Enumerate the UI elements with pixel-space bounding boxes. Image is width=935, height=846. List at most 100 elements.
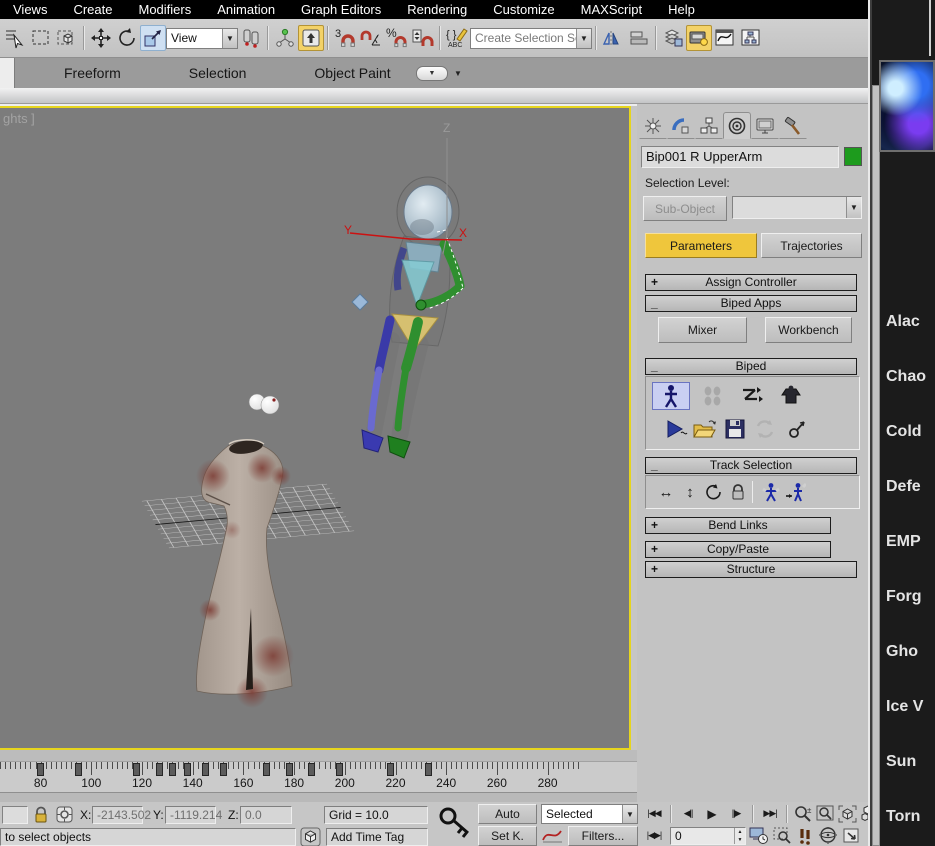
timeline-key[interactable] [156,763,164,776]
frame-spinner[interactable]: ▲ ▼ [734,827,745,844]
timeline-key[interactable] [184,763,192,776]
timeline-key[interactable] [75,763,83,776]
set-key-mode-button[interactable]: Set K. [478,826,537,846]
object-name-field[interactable]: Bip001 R UpperArm [641,146,839,168]
time-configuration-button[interactable] [749,826,769,845]
menu-modifiers[interactable]: Modifiers [125,0,204,19]
spinner-down-icon[interactable]: ▼ [735,836,745,844]
side-list-item[interactable]: EMP [886,533,921,551]
viewport[interactable]: ghts ] Y X Z [0,106,631,750]
window-crossing-icon[interactable] [54,25,80,51]
x-coordinate-field[interactable]: -2143.502 [92,806,151,824]
menu-graph-editors[interactable]: Graph Editors [288,0,394,19]
key-filter-dropdown[interactable]: Selected ▼ [541,804,638,824]
keyboard-override-icon[interactable] [298,25,324,51]
align-icon[interactable] [626,25,652,51]
pan-view-icon[interactable] [795,826,815,845]
rollout-bend-links[interactable]: + Bend Links [645,517,831,534]
next-frame-button[interactable]: ||▶ [725,804,747,823]
save-file-button[interactable] [722,416,748,442]
zoom-extents-icon[interactable] [837,804,857,823]
sub-object-button[interactable]: Sub-Object [643,196,727,221]
layer-manager-icon[interactable] [660,25,686,51]
biped-character[interactable] [351,176,465,459]
biped-playback-button[interactable] [664,416,690,442]
tab-modify[interactable] [667,112,695,139]
timeline-key[interactable] [168,763,176,776]
spinner-up-icon[interactable]: ▲ [735,828,745,836]
figure-mode-button[interactable] [652,382,690,410]
trajectories-button[interactable]: Trajectories [761,233,862,258]
add-time-tag[interactable]: Add Time Tag [326,828,428,846]
current-frame-field[interactable]: 0 ▲ ▼ [670,826,746,845]
hand-prop[interactable] [351,293,369,311]
timeline-key[interactable] [37,763,45,776]
menu-views[interactable]: Views [0,0,60,19]
schematic-view-icon[interactable] [738,25,764,51]
timeline-key[interactable] [336,763,344,776]
timeline-key[interactable] [133,763,141,776]
tab-create[interactable] [639,112,667,139]
body-rotation-icon[interactable] [702,481,726,503]
zoom-icon[interactable]: ± [793,804,813,823]
background-window-scrollbar[interactable] [872,85,880,846]
play-button[interactable]: ▶ [701,804,723,823]
motion-flow-mode-button[interactable] [738,383,764,409]
go-to-start-button[interactable]: |◀◀ [643,804,665,823]
convert-button[interactable] [752,416,778,442]
menu-rendering[interactable]: Rendering [394,0,480,19]
parameters-button[interactable]: Parameters [645,233,757,258]
orbit-icon[interactable] [818,826,838,845]
edit-named-selection-sets-icon[interactable]: { } ABC [444,25,470,51]
mixer-mode-button[interactable] [778,383,804,409]
timeline-ruler[interactable]: 80 100 120 140 160 180 200 220 240 260 280 [0,762,637,793]
ribbon-tab-object-paint[interactable]: Object Paint [280,65,424,81]
curve-editor-icon[interactable] [712,25,738,51]
move-all-mode-button[interactable] [784,416,810,442]
footstep-mode-button[interactable] [700,383,726,409]
symmetrical-tracks-icon[interactable] [759,481,783,503]
mirror-icon[interactable] [600,25,626,51]
mixer-button[interactable]: Mixer [658,317,747,343]
percent-snap-icon[interactable]: % [384,25,410,51]
chevron-down-icon[interactable]: ▼ [622,805,637,823]
background-window[interactable]: Alac Chao Cold Defe EMP Forg Gho Ice V Sun Torn [868,0,935,846]
reference-coordinate-dropdown[interactable]: View ▼ [166,27,238,49]
rollout-track-selection[interactable]: _ Track Selection [645,457,857,474]
auto-key-button[interactable]: Auto [478,804,537,824]
object-color-swatch[interactable] [844,147,862,166]
rollout-copy-paste[interactable]: + Copy/Paste [645,541,831,558]
region-zoom-icon[interactable] [772,826,792,845]
ribbon-tab-selection[interactable]: Selection [155,65,281,81]
ribbon-active-tab-stub[interactable] [0,58,15,88]
named-selection-sets-dropdown[interactable]: Create Selection Se ▼ [470,27,592,49]
ribbon-options-arrow[interactable]: ▼ [454,69,462,78]
time-slider-strip[interactable] [0,750,637,762]
z-coordinate-field[interactable]: 0.0 [240,806,292,824]
timeline-key[interactable] [386,763,394,776]
use-pivot-center-icon[interactable] [238,25,264,51]
sphere-props[interactable] [248,393,280,415]
go-to-end-button[interactable]: ▶▶| [759,804,781,823]
absolute-offset-toggle[interactable] [55,805,75,827]
key-filters-button[interactable]: Filters... [568,826,638,846]
graphite-ribbon-toggle-icon[interactable] [686,25,712,51]
lock-com-icon[interactable] [726,481,750,503]
tab-hierarchy[interactable] [695,112,723,139]
sub-object-dropdown[interactable]: ▼ [732,196,862,219]
workbench-button[interactable]: Workbench [765,317,852,343]
selection-lock-toggle[interactable] [32,805,50,827]
rectangular-selection-icon[interactable] [28,25,54,51]
body-horizontal-icon[interactable]: ↔ [654,481,678,503]
mini-listener[interactable] [2,806,28,824]
select-scale-icon[interactable] [140,25,166,51]
chevron-down-icon[interactable]: ▼ [576,28,591,48]
opposite-tracks-icon[interactable] [783,481,807,503]
zoom-all-icon[interactable] [815,804,835,823]
select-move-icon[interactable] [88,25,114,51]
maximize-viewport-toggle-icon[interactable] [841,826,861,845]
chevron-down-icon[interactable]: ▼ [222,28,237,48]
side-list-item[interactable]: Ice V [886,698,923,716]
ability-icon[interactable] [879,60,935,152]
menu-animation[interactable]: Animation [204,0,288,19]
